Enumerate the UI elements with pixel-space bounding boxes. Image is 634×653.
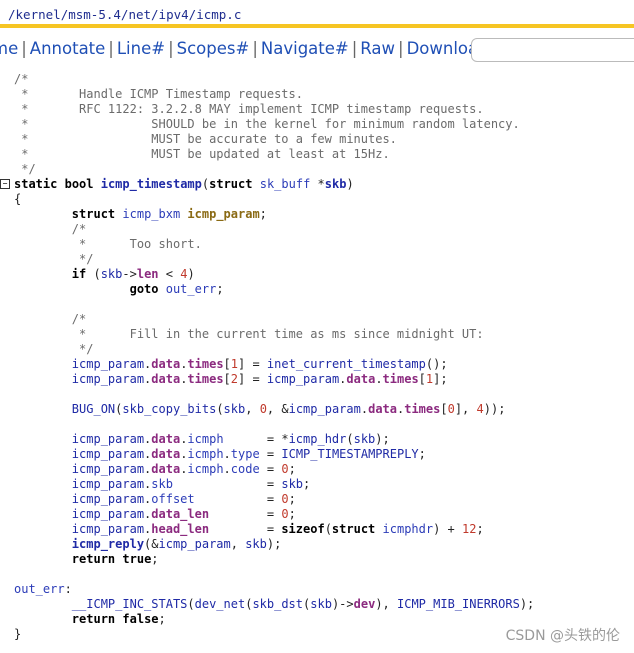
breadcrumb-ipv4[interactable]: ipv4 bbox=[159, 7, 189, 22]
path-bar: /kernel/msm-5.4/net/ipv4/icmp.c bbox=[0, 0, 634, 28]
code-line: struct icmp_bxm icmp_param; bbox=[71, 207, 267, 221]
nav-scopes[interactable]: Scopes# bbox=[177, 39, 250, 58]
code-line: */ bbox=[14, 162, 36, 176]
code-line: BUG_ON(skb_copy_bits(skb, 0, &icmp_param… bbox=[71, 402, 506, 416]
code-line: */ bbox=[71, 252, 94, 266]
code-line: /* bbox=[14, 72, 29, 86]
code-line: return true; bbox=[71, 552, 159, 566]
breadcrumb-file[interactable]: icmp.c bbox=[196, 7, 241, 22]
code-line: icmp_param.data.icmph.code = 0; bbox=[71, 462, 296, 476]
breadcrumb-msm[interactable]: msm-5.4 bbox=[68, 7, 121, 22]
code-line: if (skb->len < 4) bbox=[71, 267, 195, 281]
nav-bar: me | Annotate | Line# | Scopes# | Navigate# | Raw |… bbox=[0, 32, 634, 68]
nav-line-numbers[interactable]: Line# bbox=[117, 39, 165, 58]
breadcrumb-net[interactable]: net bbox=[128, 7, 151, 22]
code-line: icmp_param.data.icmph.type = ICMP_TIMEST… bbox=[71, 447, 426, 461]
code-line: /* bbox=[71, 222, 87, 236]
code-line: * Fill in the current time as ms since m… bbox=[71, 327, 484, 341]
breadcrumb-kernel[interactable]: kernel bbox=[16, 7, 61, 22]
watermark: CSDN @头铁的伦 bbox=[505, 628, 620, 644]
breadcrumb: /kernel/msm-5.4/net/ipv4/icmp.c bbox=[8, 7, 242, 22]
code-view: /* * Handle ICMP Timestamp requests. * R… bbox=[0, 72, 634, 642]
code-line: icmp_reply(&icmp_param, skb); bbox=[71, 537, 282, 551]
code-line: */ bbox=[71, 342, 94, 356]
code-line: icmp_param.data_len = 0; bbox=[71, 507, 296, 521]
code-line: * SHOULD be in the kernel for minimum ra… bbox=[14, 117, 520, 131]
code-line: icmp_param.data.icmph = *icmp_hdr(skb); bbox=[71, 432, 390, 446]
code-line: { bbox=[14, 192, 22, 206]
code-line: * RFC 1122: 3.2.2.8 MAY implement ICMP t… bbox=[14, 102, 484, 116]
code-line: __ICMP_INC_STATS(dev_net(skb_dst(skb)->d… bbox=[71, 597, 535, 611]
nav-annotate[interactable]: Annotate bbox=[30, 39, 106, 58]
nav-home[interactable]: me bbox=[0, 39, 18, 58]
code-line: * Handle ICMP Timestamp requests. bbox=[14, 87, 303, 101]
fold-toggle-icon[interactable]: − bbox=[0, 179, 10, 189]
nav-navigate[interactable]: Navigate# bbox=[261, 39, 349, 58]
code-line: icmp_param.data.times[1] = inet_current_… bbox=[71, 357, 448, 371]
code-line: goto out_err; bbox=[129, 282, 224, 296]
code-line: * Too short. bbox=[71, 237, 202, 251]
code-line: icmp_param.head_len = sizeof(struct icmp… bbox=[71, 522, 484, 536]
code-line: icmp_param.data.times[2] = icmp_param.da… bbox=[71, 372, 448, 386]
nav-raw[interactable]: Raw bbox=[360, 39, 395, 58]
code-line: icmp_param.skb = skb; bbox=[71, 477, 311, 491]
search-input[interactable] bbox=[471, 38, 634, 62]
code-line: /* bbox=[71, 312, 87, 326]
code-line: * MUST be accurate to a few minutes. bbox=[14, 132, 397, 146]
code-line: out_err: bbox=[14, 582, 72, 596]
code-line: * MUST be updated at least at 15Hz. bbox=[14, 147, 390, 161]
code-line: icmp_param.offset = 0; bbox=[71, 492, 296, 506]
code-line: − static bool icmp_timestamp(struct sk_bu… bbox=[0, 177, 634, 192]
